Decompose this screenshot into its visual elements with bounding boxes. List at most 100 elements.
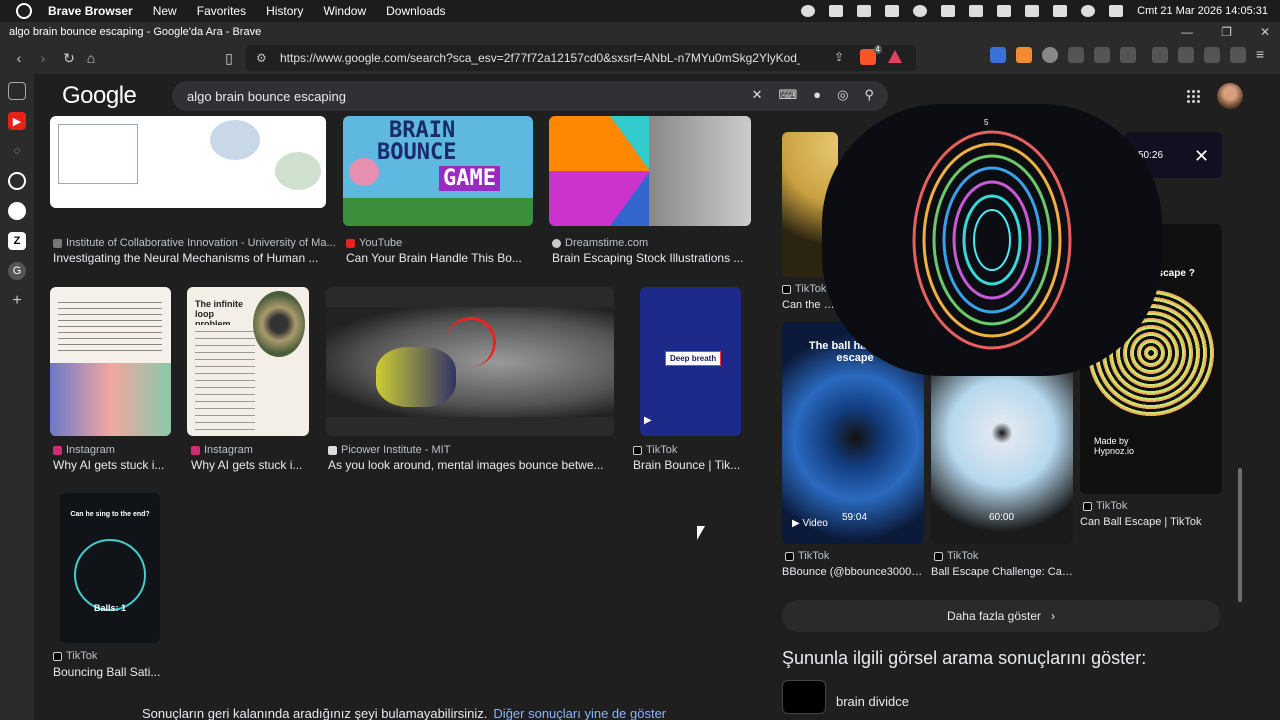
add-icon[interactable]: + [8, 292, 26, 310]
result-thumb-2[interactable]: BRAIN BOUNCE GAME [343, 116, 533, 226]
result-source[interactable]: TikTok [934, 550, 978, 562]
result-source[interactable]: TikTok [633, 444, 677, 456]
result-source[interactable]: Picower Institute - MIT [328, 444, 450, 456]
related-thumb[interactable] [782, 680, 826, 714]
result-thumb-8[interactable]: Can he sing to the end? Balls: 1 [60, 493, 160, 643]
google-apps-icon[interactable] [1186, 89, 1200, 103]
eject-icon[interactable] [1025, 5, 1040, 17]
result-title[interactable]: Brain Bounce | Tik... [633, 458, 743, 472]
result-title[interactable]: Why AI gets stuck i... [191, 458, 309, 472]
display-icon[interactable] [941, 5, 956, 17]
result-source[interactable]: TikTok [782, 283, 826, 295]
pip-close-icon[interactable]: ✕ [1194, 146, 1209, 167]
restore-icon[interactable]: ❐ [1221, 25, 1232, 39]
result-title[interactable]: Investigating the Neural Mechanisms of H… [53, 251, 325, 265]
search-icon[interactable]: ⚲ [864, 87, 874, 103]
menu-item-downloads[interactable]: Downloads [386, 4, 445, 18]
brave-rewards-icon[interactable] [888, 50, 902, 63]
mic-off-icon[interactable] [857, 5, 872, 17]
calendar-icon[interactable] [829, 5, 844, 17]
home-icon[interactable]: ⌂ [80, 47, 102, 69]
pip-video-overlay[interactable]: 5 [822, 104, 1162, 376]
menu-item-window[interactable]: Window [323, 4, 366, 18]
reload-icon[interactable]: ↻ [58, 47, 80, 69]
lens-icon[interactable]: ◎ [837, 87, 848, 103]
translate-icon[interactable] [990, 47, 1006, 63]
clear-icon[interactable]: ✕ [752, 87, 763, 103]
result-source[interactable]: Institute of Collaborative Innovation - … [53, 237, 336, 249]
result-source[interactable]: TikTok [53, 650, 97, 662]
os-menu-icon[interactable] [16, 3, 32, 19]
scrollbar[interactable] [1236, 134, 1244, 694]
result-source[interactable]: Dreamstime.com [552, 237, 648, 249]
text-input-icon[interactable] [1053, 5, 1068, 17]
sidebar-panel-icon[interactable] [8, 82, 26, 100]
result-title[interactable]: Can the Ba... [782, 299, 838, 311]
share-icon[interactable]: ⇪ [834, 50, 844, 64]
google-logo[interactable]: Google [62, 82, 137, 110]
minimize-icon[interactable]: — [1181, 25, 1193, 39]
globe-icon[interactable] [1042, 47, 1058, 63]
result-source[interactable]: TikTok [1083, 500, 1127, 512]
google-icon[interactable]: G [8, 262, 26, 280]
menu-item-history[interactable]: History [266, 4, 303, 18]
vpn-icon[interactable] [1230, 47, 1246, 63]
cloud-icon[interactable] [801, 5, 816, 17]
result-title[interactable]: As you look around, mental images bounce… [328, 458, 614, 472]
site-settings-icon[interactable]: ⚙ [256, 51, 267, 65]
chatgpt-icon[interactable] [8, 172, 26, 190]
result-title[interactable]: Ball Escape Challenge: Can... [931, 566, 1073, 578]
result-source[interactable]: TikTok [785, 550, 829, 562]
url-text[interactable]: https://www.google.com/search?sca_esv=2f… [280, 51, 800, 65]
scrollbar-thumb[interactable] [1238, 468, 1242, 602]
forward-icon[interactable]: › [32, 47, 54, 69]
voice-search-icon[interactable]: ● [813, 87, 821, 103]
puzzle-icon[interactable] [1068, 47, 1084, 63]
wallet-icon[interactable] [1178, 47, 1194, 63]
menu-item-favorites[interactable]: Favorites [197, 4, 246, 18]
related-item[interactable]: brain dividce [836, 694, 956, 709]
github-icon[interactable] [8, 202, 26, 220]
wifi-icon[interactable] [913, 5, 928, 17]
result-title[interactable]: Can Your Brain Handle This Bo... [346, 251, 534, 265]
sidebar-toggle-icon[interactable] [1152, 47, 1168, 63]
clock[interactable]: Cmt 21 Mar 2026 14:05:31 [1137, 5, 1268, 17]
search-query[interactable]: algo brain bounce escaping [187, 89, 346, 104]
result-thumb-1[interactable] [50, 116, 326, 208]
menu-item-new[interactable]: New [153, 4, 177, 18]
volume-icon[interactable] [997, 5, 1012, 17]
devtools-icon[interactable] [1120, 47, 1136, 63]
tab-icon[interactable] [1094, 47, 1110, 63]
result-thumb-3[interactable] [549, 116, 751, 226]
result-title[interactable]: Can Ball Escape | TikTok [1080, 516, 1222, 528]
keyboard-icon[interactable]: ⌨ [779, 87, 798, 103]
extension-orange-icon[interactable] [1016, 47, 1032, 63]
bookmark-icon[interactable]: ▯ [218, 47, 240, 69]
avatar[interactable] [1217, 83, 1243, 109]
result-thumb-7[interactable]: Deep breath ▶ [640, 287, 741, 436]
show-other-results-link[interactable]: Diğer sonuçları yine de göster [493, 706, 666, 720]
result-title[interactable]: Bouncing Ball Sati... [53, 665, 171, 679]
battery-icon[interactable] [969, 5, 984, 17]
result-source[interactable]: Instagram [191, 444, 253, 456]
search-input[interactable]: algo brain bounce escaping ✕ ⌨ ● ◎ ⚲ [172, 81, 888, 111]
result-source[interactable]: YouTube [346, 237, 402, 249]
result-title[interactable]: BBounce (@bbounce3000)... [782, 566, 924, 578]
eye-off-icon[interactable]: ◌ [8, 142, 26, 160]
show-more-button[interactable]: Daha fazla göster › [782, 600, 1220, 632]
result-thumb-5[interactable]: The infinite loop problem [187, 287, 309, 436]
result-source[interactable]: Instagram [53, 444, 115, 456]
back-icon[interactable]: ‹ [8, 47, 30, 69]
menu-icon[interactable]: ≡ [1256, 47, 1272, 63]
result-title[interactable]: Why AI gets stuck i... [53, 458, 171, 472]
result-thumb-6[interactable] [326, 287, 614, 436]
control-center-icon[interactable] [1109, 5, 1124, 17]
leo-ai-icon[interactable] [1204, 47, 1220, 63]
z-app-icon[interactable]: Z [8, 232, 26, 250]
result-thumb-4[interactable] [50, 287, 171, 436]
mic-icon[interactable] [885, 5, 900, 17]
youtube-icon[interactable]: ▶ [8, 112, 26, 130]
address-bar[interactable]: ⚙ https://www.google.com/search?sca_esv=… [246, 45, 916, 71]
close-icon[interactable]: ✕ [1260, 25, 1270, 39]
menu-app-name[interactable]: Brave Browser [48, 4, 133, 18]
